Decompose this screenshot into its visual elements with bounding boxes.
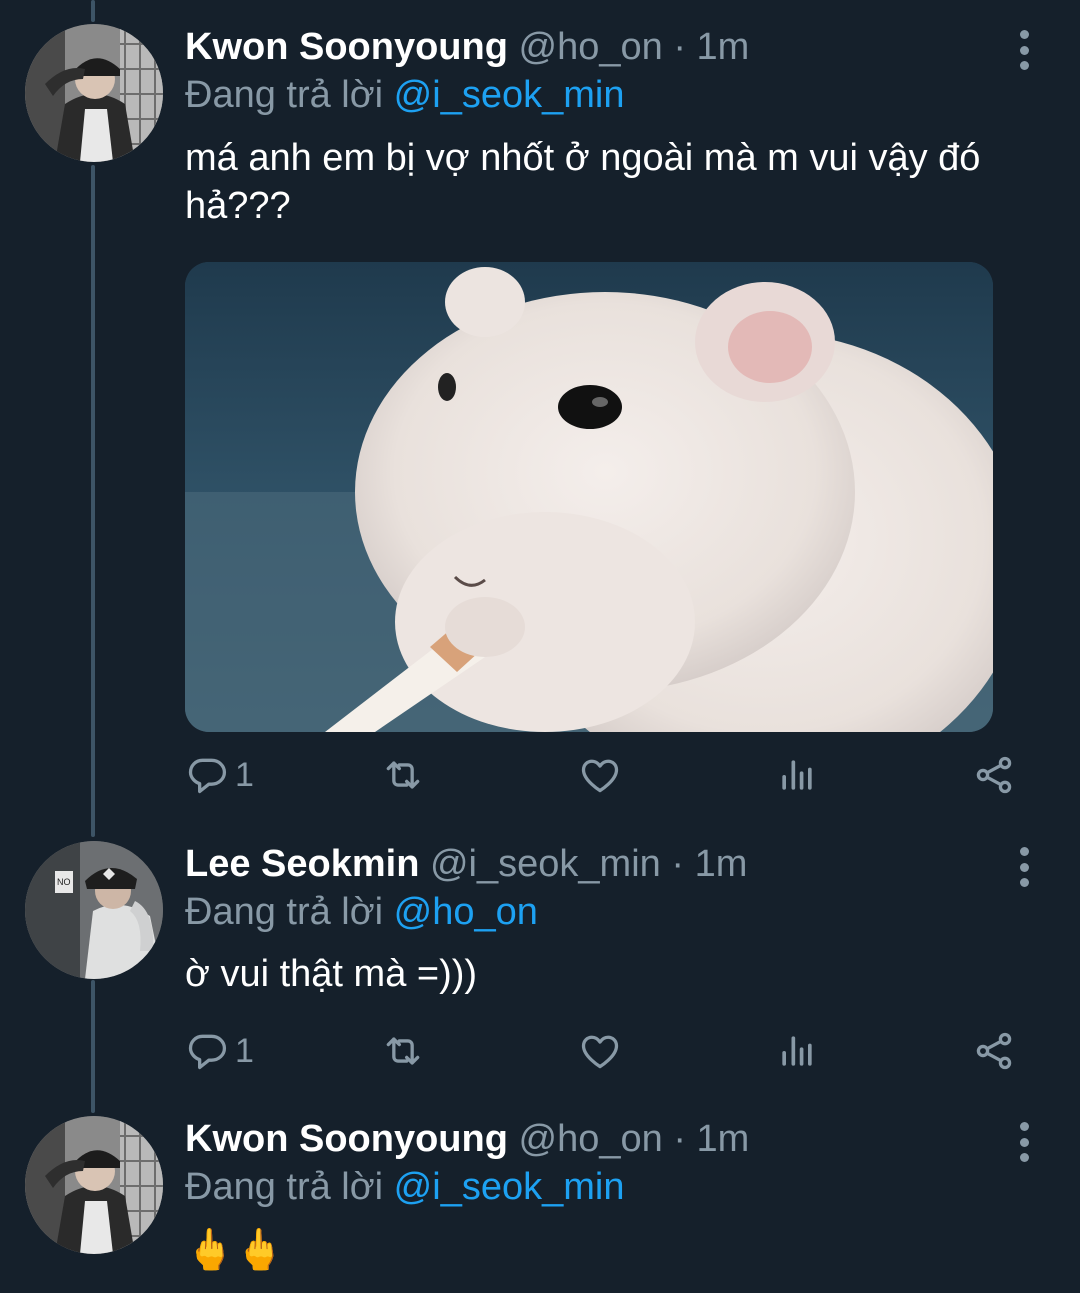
display-name[interactable]: Lee Seokmin xyxy=(185,843,419,885)
retweet-icon xyxy=(386,1037,420,1065)
svg-text:NO: NO xyxy=(57,877,71,887)
timestamp[interactable]: 1m xyxy=(697,1118,750,1160)
share-icon xyxy=(976,1032,1012,1070)
display-name[interactable]: Kwon Soonyoung xyxy=(185,1118,508,1160)
more-options-icon[interactable] xyxy=(1012,847,1036,887)
tweet-media-image[interactable] xyxy=(185,262,993,732)
replying-to-label: Đang trả lời xyxy=(185,1166,384,1208)
share-button[interactable] xyxy=(972,1026,1016,1076)
analytics-button[interactable] xyxy=(775,750,819,800)
replying-to: Đang trả lời @i_seok_min xyxy=(185,70,624,120)
retweet-icon xyxy=(386,761,420,789)
share-icon xyxy=(976,756,1012,794)
mention-link[interactable]: @i_seok_min xyxy=(394,1166,625,1208)
user-handle[interactable]: @ho_on xyxy=(519,1118,663,1160)
tweet[interactable]: NO Lee Seokmin @i_seok_min · 1m Đang trả… xyxy=(0,817,1080,1087)
timestamp[interactable]: 1m xyxy=(695,843,748,885)
reply-icon xyxy=(188,758,227,794)
tweet-header: Kwon Soonyoung @ho_on · 1m xyxy=(185,22,749,72)
tweet[interactable]: Kwon Soonyoung @ho_on · 1m Đang trả lời … xyxy=(0,1092,1080,1293)
analytics-icon xyxy=(782,1036,812,1066)
hamster-gif-image xyxy=(185,262,993,732)
user-handle[interactable]: @ho_on xyxy=(519,26,663,68)
analytics-icon xyxy=(782,760,812,790)
replying-to: Đang trả lời @ho_on xyxy=(185,887,538,937)
replying-to-label: Đang trả lời xyxy=(185,891,384,933)
mention-link[interactable]: @i_seok_min xyxy=(394,74,625,116)
tweet[interactable]: Kwon Soonyoung @ho_on · 1m Đang trả lời … xyxy=(0,0,1080,830)
separator: · xyxy=(671,843,684,885)
avatar[interactable]: NO xyxy=(25,841,163,979)
replying-to-label: Đang trả lời xyxy=(185,74,384,116)
avatar[interactable] xyxy=(25,1116,163,1254)
analytics-button[interactable] xyxy=(775,1026,819,1076)
retweet-button[interactable] xyxy=(381,1026,425,1076)
tweet-header: Lee Seokmin @i_seok_min · 1m xyxy=(185,839,747,889)
like-button[interactable] xyxy=(578,1026,622,1076)
tweet-text: 🖕🖕 xyxy=(185,1228,285,1272)
retweet-button[interactable] xyxy=(381,750,425,800)
more-options-icon[interactable] xyxy=(1012,30,1036,70)
user-handle[interactable]: @i_seok_min xyxy=(430,843,661,885)
reply-button[interactable]: 1 xyxy=(185,1026,254,1076)
reply-count: 1 xyxy=(235,1031,254,1070)
mention-link[interactable]: @ho_on xyxy=(394,891,538,933)
tweet-text: má anh em bị vợ nhốt ở ngoài mà m vui vậ… xyxy=(185,137,981,227)
tweet-text: ờ vui thật mà =))) xyxy=(185,953,478,995)
reply-button[interactable]: 1 xyxy=(185,750,254,800)
like-icon xyxy=(581,759,619,793)
more-options-icon[interactable] xyxy=(1012,1122,1036,1162)
tweet-actions: 1 xyxy=(0,1026,1080,1076)
replying-to: Đang trả lời @i_seok_min xyxy=(185,1162,624,1212)
avatar[interactable] xyxy=(25,24,163,162)
like-icon xyxy=(581,1035,619,1069)
separator: · xyxy=(673,26,686,68)
reply-count: 1 xyxy=(235,755,254,794)
like-button[interactable] xyxy=(578,750,622,800)
reply-icon xyxy=(188,1034,227,1070)
tweet-header: Kwon Soonyoung @ho_on · 1m xyxy=(185,1114,749,1164)
share-button[interactable] xyxy=(972,750,1016,800)
timestamp[interactable]: 1m xyxy=(697,26,750,68)
separator: · xyxy=(673,1118,686,1160)
display-name[interactable]: Kwon Soonyoung xyxy=(185,26,508,68)
tweet-actions: 1 xyxy=(0,750,1080,800)
